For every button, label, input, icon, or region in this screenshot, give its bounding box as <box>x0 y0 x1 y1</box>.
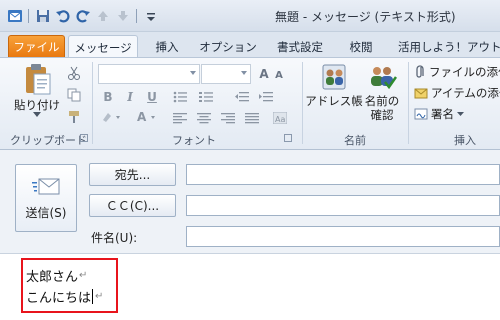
format-painter-icon[interactable] <box>66 109 82 125</box>
svg-text:Aa: Aa <box>275 115 285 124</box>
check-names-label-2: 確認 <box>370 108 394 122</box>
align-right-icon[interactable] <box>220 110 236 126</box>
check-names-label-1: 名前の <box>364 94 400 108</box>
save-icon[interactable] <box>34 8 51 25</box>
body-line-2-text: こんにちは <box>26 291 92 306</box>
paperclip-icon <box>416 65 424 78</box>
body-line-1[interactable]: 太郎さん ↵ <box>26 266 87 285</box>
qat-separator <box>28 9 29 23</box>
names-group-label: 名前 <box>344 134 366 147</box>
chevron-down-icon <box>33 112 41 117</box>
copy-icon[interactable] <box>66 87 82 103</box>
window-title: 無題 - メッセージ (テキスト形式) <box>275 10 456 24</box>
signature-button[interactable]: 署名 <box>414 106 464 122</box>
redo-icon[interactable] <box>74 8 91 25</box>
attach-item-label: アイテムの添付 <box>431 86 500 100</box>
cc-button[interactable]: ＣＣ(C)... <box>89 194 176 217</box>
font-size-combo[interactable] <box>201 64 251 84</box>
tab-message[interactable]: メッセージ <box>68 35 138 59</box>
attach-item-icon <box>414 88 428 99</box>
include-group-label: 挿入 <box>454 134 476 147</box>
styles-icon[interactable]: Aa <box>272 110 288 126</box>
body-line-1-text: 太郎さん <box>26 270 79 285</box>
attach-file-label: ファイルの添付 <box>429 65 500 79</box>
decrease-indent-icon[interactable] <box>234 89 250 105</box>
bold-button[interactable]: B <box>100 89 116 105</box>
check-names-button[interactable]: 名前の 確認 <box>360 62 404 122</box>
paste-button[interactable]: 貼り付け <box>12 62 62 117</box>
tab-format-text[interactable]: 書式設定 <box>272 35 328 58</box>
quick-access-toolbar <box>6 7 159 25</box>
chevron-down-icon <box>457 111 464 116</box>
bullets-icon[interactable] <box>172 89 188 105</box>
attach-item-button[interactable]: アイテムの添付 <box>414 85 500 101</box>
clipboard-launcher-icon[interactable] <box>80 134 88 142</box>
justify-icon[interactable] <box>244 110 260 126</box>
tab-promo[interactable]: 活用しよう！アウトル <box>398 35 500 58</box>
down-arrow-icon[interactable] <box>114 8 131 25</box>
underline-button[interactable]: U <box>144 89 160 105</box>
text-cursor <box>92 289 94 304</box>
to-button[interactable]: 宛先... <box>89 163 176 186</box>
align-center-icon[interactable] <box>196 110 212 126</box>
send-label: 送信(S) <box>25 205 67 220</box>
subject-field[interactable] <box>186 226 500 247</box>
clipboard-group-label: クリップボード <box>10 134 87 147</box>
body-line-2[interactable]: こんにちは ↵ <box>26 287 103 306</box>
address-book-label: アドレス帳 <box>305 94 363 108</box>
shrink-font-icon[interactable]: A <box>273 67 285 83</box>
paragraph-mark-icon: ↵ <box>79 270 88 281</box>
svg-text:A: A <box>137 110 147 124</box>
italic-button[interactable]: I <box>122 89 138 105</box>
group-divider <box>302 62 303 144</box>
to-field[interactable] <box>186 164 500 185</box>
numbering-icon[interactable] <box>198 89 214 105</box>
tab-insert[interactable]: 挿入 <box>150 35 184 58</box>
font-color-icon[interactable]: A <box>134 109 160 125</box>
outlook-icon[interactable] <box>6 8 23 25</box>
subject-label: 件名(U): <box>91 231 138 245</box>
qat-separator <box>136 9 137 23</box>
group-divider <box>92 62 93 144</box>
attach-file-button[interactable]: ファイルの添付 <box>414 64 500 80</box>
tab-review[interactable]: 校閲 <box>344 35 378 58</box>
title-bar: 無題 - メッセージ (テキスト形式) <box>0 0 500 32</box>
paste-label: 貼り付け <box>14 98 60 112</box>
grow-font-icon[interactable]: A <box>256 66 272 82</box>
address-book-icon <box>322 64 346 90</box>
address-book-button[interactable]: アドレス帳 <box>305 62 363 108</box>
tab-options[interactable]: オプション <box>199 35 257 58</box>
signature-label: 署名 <box>431 107 454 121</box>
up-arrow-icon[interactable] <box>94 8 111 25</box>
send-button[interactable]: 送信(S) <box>15 164 77 232</box>
paragraph-mark-icon: ↵ <box>95 291 104 302</box>
paste-icon <box>26 64 51 95</box>
ribbon: 貼り付け クリップボード A A B I U A Aa フォント アドレス帳 名… <box>0 57 500 150</box>
check-names-icon <box>371 67 397 90</box>
send-envelope-icon <box>32 178 60 194</box>
customize-qat-icon[interactable] <box>142 8 159 25</box>
cut-icon[interactable] <box>66 65 82 81</box>
tab-file[interactable]: ファイル <box>8 35 65 58</box>
cc-field[interactable] <box>186 195 500 216</box>
font-launcher-icon[interactable] <box>284 134 292 142</box>
undo-icon[interactable] <box>54 8 71 25</box>
increase-indent-icon[interactable] <box>258 89 274 105</box>
font-group-label: フォント <box>172 134 216 147</box>
align-left-icon[interactable] <box>172 110 188 126</box>
font-name-combo[interactable] <box>98 64 200 84</box>
signature-icon <box>414 108 428 120</box>
highlight-color-icon[interactable] <box>100 109 124 125</box>
ribbon-tabs: ファイル メッセージ 挿入 オプション 書式設定 校閲 活用しよう！アウトル <box>0 32 500 59</box>
group-divider <box>408 62 409 144</box>
